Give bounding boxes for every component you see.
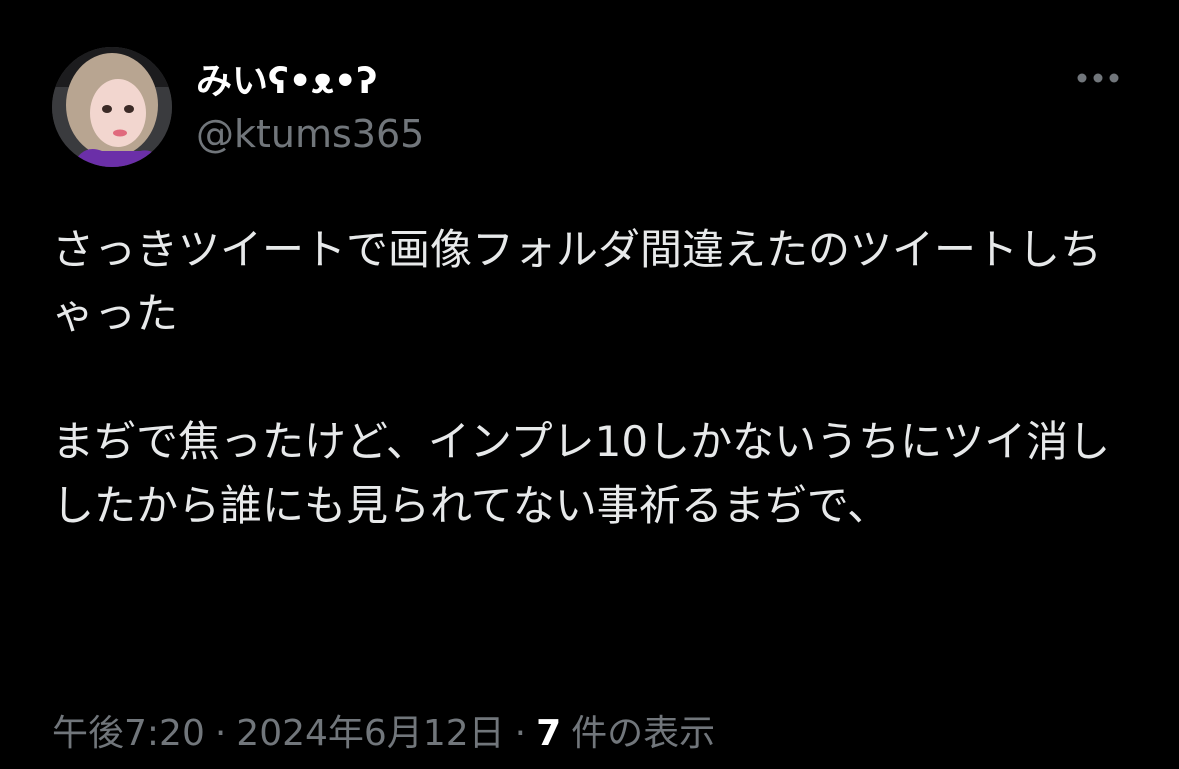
views-label[interactable]: 件の表示 bbox=[571, 713, 715, 754]
tweet-paragraph: さっきツイートで画像フォルダ間違えたのツイートしちゃった bbox=[52, 225, 1103, 338]
user-handle[interactable]: @ktums365 bbox=[196, 112, 424, 156]
profile-photo-icon bbox=[52, 47, 172, 167]
separator: · bbox=[514, 713, 527, 754]
avatar[interactable] bbox=[52, 47, 172, 167]
more-options-button[interactable] bbox=[1068, 58, 1128, 98]
tweet-metadata: 午後7:20 · 2024年6月12日 · 7 件の表示 bbox=[52, 704, 715, 756]
views-count[interactable]: 7 bbox=[536, 713, 561, 754]
separator: · bbox=[214, 713, 227, 754]
tweet-date[interactable]: 2024年6月12日 bbox=[236, 713, 504, 754]
tweet-text: さっきツイートで画像フォルダ間違えたのツイートしちゃった まぢで焦ったけど、イン… bbox=[52, 218, 1132, 538]
more-horizontal-icon bbox=[1077, 73, 1119, 83]
tweet-time[interactable]: 午後7:20 bbox=[52, 713, 205, 754]
display-name[interactable]: みいʕ•ᴥ•ʔ bbox=[196, 52, 377, 104]
tweet-detail: みいʕ•ᴥ•ʔ @ktums365 さっきツイートで画像フォルダ間違えたのツイー… bbox=[0, 0, 1179, 769]
tweet-paragraph: まぢで焦ったけど、インプレ10しかないうちにツイ消ししたから誰にも見られてない事… bbox=[52, 417, 1111, 530]
